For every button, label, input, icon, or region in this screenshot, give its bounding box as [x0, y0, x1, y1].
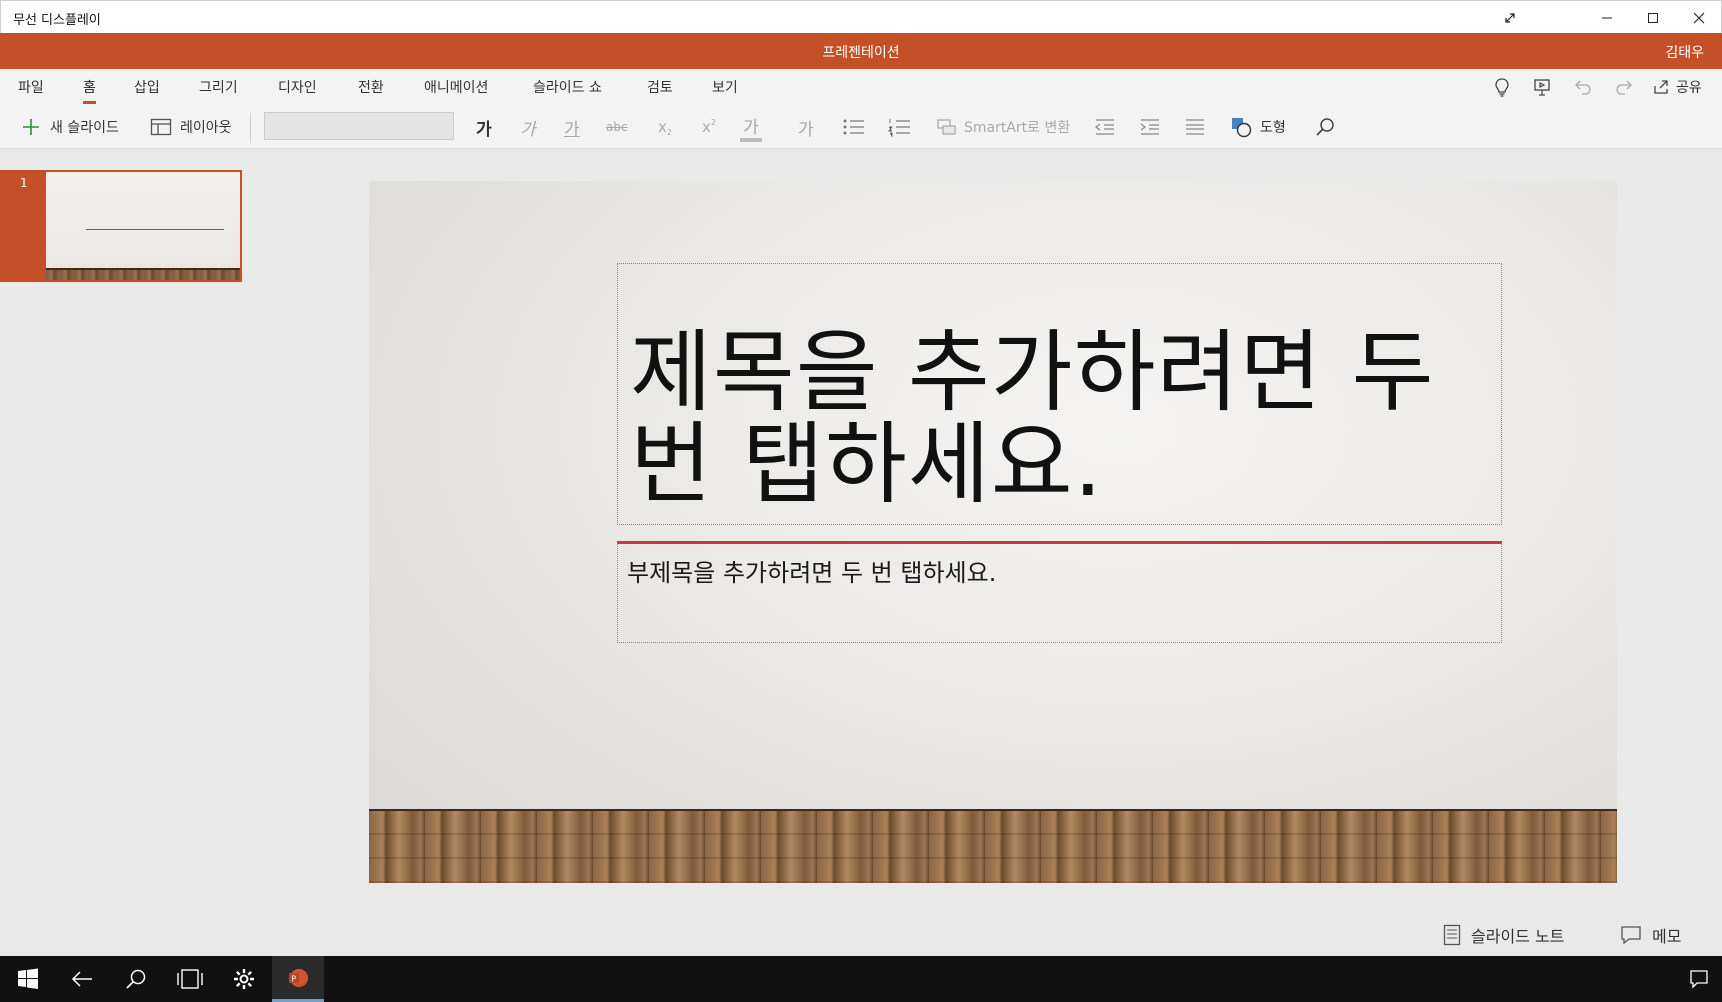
- shapes-button[interactable]: 도형: [1228, 113, 1286, 141]
- user-name[interactable]: 김태우: [1665, 42, 1704, 62]
- subscript-glyph: x: [658, 118, 667, 136]
- tab-slideshow[interactable]: 슬라이드 쇼: [533, 77, 602, 97]
- slide-title: 제목을 추가하려면 두 번 탭하세요.: [630, 320, 1435, 516]
- tab-animations[interactable]: 애니메이션: [424, 77, 488, 97]
- smartart-icon: [934, 115, 960, 139]
- share-button[interactable]: 공유: [1652, 75, 1702, 99]
- notes-icon: [1443, 924, 1461, 946]
- ribbon-tabs: 파일 홈 삽입 그리기 디자인 전환 애니메이션 슬라이드 쇼 검토 보기 공유: [0, 69, 1722, 105]
- windows-start-icon[interactable]: [2, 956, 54, 1002]
- back-arrow-icon[interactable]: [56, 956, 108, 1002]
- notes-label: 슬라이드 노트: [1471, 927, 1565, 946]
- tab-insert[interactable]: 삽입: [134, 77, 160, 97]
- comments-label: 메모: [1652, 927, 1682, 946]
- ribbon-format-group: 가 가 가 abc x2 x2 가 가 SmartArt로 변환 도형: [0, 105, 1722, 248]
- notification-icon[interactable]: [1676, 956, 1722, 1002]
- notes-button[interactable]: 슬라이드 노트: [1443, 922, 1564, 948]
- taskbar: P: [0, 956, 1722, 1002]
- highlight-button[interactable]: 가: [740, 113, 762, 143]
- powerpoint-taskbar-icon[interactable]: P: [272, 956, 324, 1002]
- italic-button[interactable]: 가: [520, 113, 536, 141]
- document-title[interactable]: 프레젠테이션: [0, 42, 1722, 62]
- slide-number: 1: [20, 176, 28, 190]
- search-icon[interactable]: [1314, 113, 1336, 141]
- decrease-indent-icon[interactable]: [1094, 113, 1116, 141]
- close-button[interactable]: [1676, 1, 1722, 34]
- numbering-icon[interactable]: [888, 113, 912, 141]
- tab-view[interactable]: 보기: [712, 77, 738, 97]
- bullets-icon[interactable]: [842, 113, 866, 141]
- subtitle-placeholder[interactable]: 부제목을 추가하려면 두 번 탭하세요.: [617, 543, 1502, 643]
- minimize-button[interactable]: [1584, 1, 1630, 34]
- maximize-button[interactable]: [1630, 1, 1676, 34]
- comments-button[interactable]: 메모: [1620, 922, 1681, 948]
- align-icon[interactable]: [1184, 113, 1206, 141]
- highlight-glyph: 가: [743, 118, 759, 138]
- settings-gear-icon[interactable]: [218, 956, 270, 1002]
- task-view-icon[interactable]: [164, 956, 216, 1002]
- clear-glyph: 가: [798, 119, 814, 140]
- window-title: 무선 디스플레이: [13, 13, 101, 28]
- lightbulb-icon[interactable]: [1490, 75, 1514, 99]
- share-icon: [1654, 80, 1668, 94]
- present-icon[interactable]: [1530, 75, 1554, 99]
- slide-canvas[interactable]: 제목을 추가하려면 두 번 탭하세요. 부제목을 추가하려면 두 번 탭하세요.: [369, 181, 1617, 883]
- shapes-icon: [1228, 115, 1254, 139]
- expand-icon[interactable]: [1487, 1, 1533, 34]
- redo-icon[interactable]: [1612, 75, 1636, 99]
- underline-button[interactable]: 가: [564, 113, 580, 141]
- tab-transitions[interactable]: 전환: [358, 77, 384, 97]
- shapes-label: 도형: [1260, 120, 1286, 136]
- svg-text:P: P: [291, 974, 296, 983]
- window-title-bar: 무선 디스플레이: [0, 0, 1722, 33]
- undo-icon[interactable]: [1571, 75, 1595, 99]
- taskbar-search-icon[interactable]: [110, 956, 162, 1002]
- app-header: 프레젠테이션 김태우: [0, 33, 1722, 69]
- comment-icon: [1620, 925, 1642, 945]
- increase-indent-icon[interactable]: [1139, 113, 1161, 141]
- tab-home[interactable]: 홈: [83, 77, 96, 104]
- subscript-button[interactable]: x2: [658, 113, 672, 141]
- superscript-glyph: x: [702, 118, 711, 136]
- wood-floor-decoration: [369, 809, 1617, 883]
- tab-draw[interactable]: 그리기: [199, 77, 238, 97]
- smartart-button[interactable]: SmartArt로 변환: [934, 113, 1070, 141]
- share-label: 공유: [1676, 80, 1702, 96]
- tab-design[interactable]: 디자인: [278, 77, 317, 97]
- bold-button[interactable]: 가: [476, 113, 492, 141]
- clear-formatting-button[interactable]: 가: [798, 113, 814, 141]
- slide-subtitle: 부제목을 추가하려면 두 번 탭하세요.: [627, 559, 997, 587]
- strikethrough-button[interactable]: abc: [606, 113, 628, 141]
- superscript-button[interactable]: x2: [702, 113, 716, 141]
- title-placeholder[interactable]: 제목을 추가하려면 두 번 탭하세요.: [617, 263, 1502, 525]
- tab-file[interactable]: 파일: [18, 77, 44, 97]
- slide-thumbnail-image: [46, 172, 240, 280]
- slide-thumbnail-selected[interactable]: 1: [0, 170, 242, 282]
- tab-review[interactable]: 검토: [647, 77, 673, 97]
- smartart-label: SmartArt로 변환: [964, 120, 1071, 136]
